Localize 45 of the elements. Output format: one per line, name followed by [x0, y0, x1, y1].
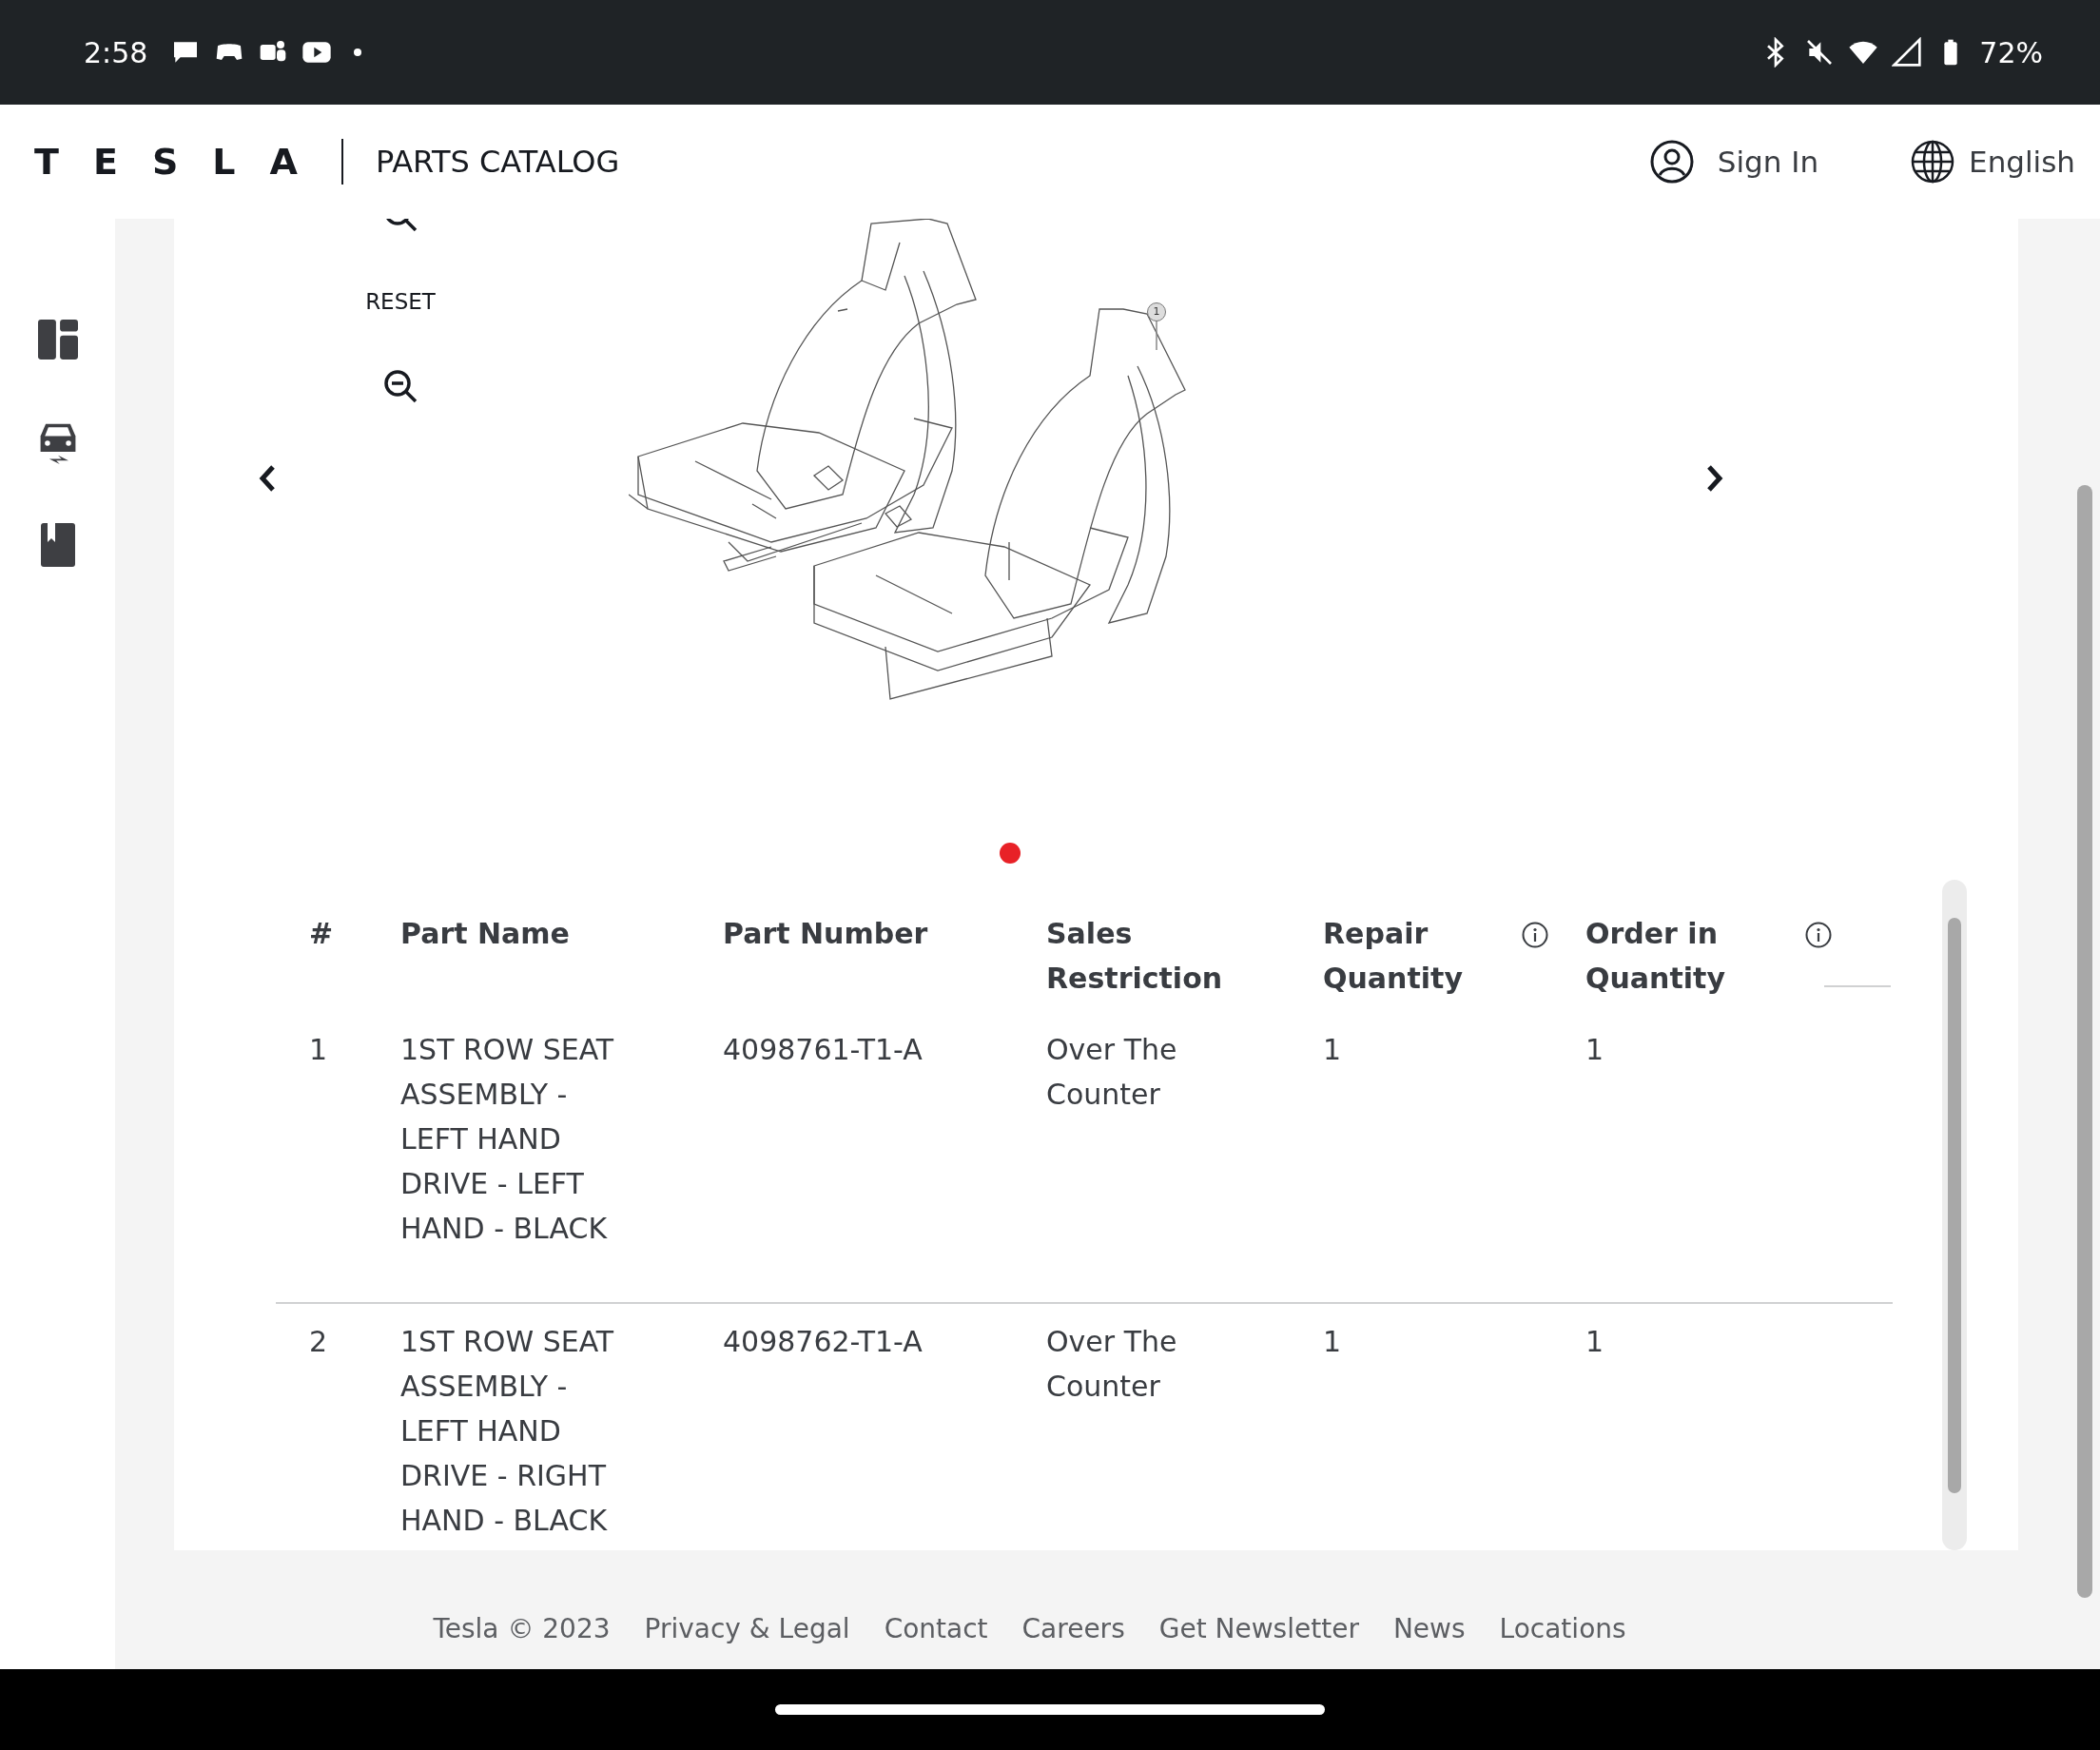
table-cell-text: 4098762-T1-A [723, 1324, 923, 1360]
brand-logo[interactable]: TESLA [34, 141, 332, 183]
reset-button[interactable]: RESET [365, 285, 436, 318]
column-header: Repair Quantity [1323, 916, 1464, 997]
table-cell-text: 4098761-T1-A [723, 1032, 923, 1068]
footer-link[interactable]: Careers [1021, 1613, 1125, 1644]
language-link[interactable]: English [1969, 145, 2075, 179]
page-scrollbar-thumb[interactable] [2077, 485, 2092, 1598]
user-icon[interactable] [1648, 139, 1695, 185]
column-header: # [309, 916, 334, 952]
info-icon[interactable] [1521, 921, 1549, 949]
notification-dot-icon [353, 48, 363, 57]
footer-link[interactable]: Privacy & Legal [644, 1613, 850, 1644]
info-icon[interactable] [1804, 921, 1833, 949]
column-header: Order in Quantity [1585, 916, 1726, 997]
table-cell-text: 1 [309, 1032, 328, 1068]
callout-number[interactable]: 1 [1147, 302, 1166, 321]
signal-icon [1892, 37, 1923, 68]
table-cell-text: 1ST ROW SEAT ASSEMBLY - LEFT HAND DRIVE - RIGHT HAND - BLACK [400, 1324, 615, 1539]
battery-percentage: 72% [1979, 35, 2043, 69]
footer-link[interactable]: Locations [1499, 1613, 1626, 1644]
zoom-out-icon[interactable] [381, 367, 419, 405]
globe-icon[interactable] [1910, 139, 1956, 185]
scrollbar-thumb[interactable] [1948, 918, 1961, 1493]
table-cell-text: Over The Counter [1046, 1324, 1178, 1405]
slide-indicator-dot[interactable] [1000, 843, 1021, 864]
table-cell-text: 2 [309, 1324, 328, 1360]
column-header: Sales Restriction [1046, 916, 1224, 997]
leader-line [1155, 320, 1158, 350]
table-cell-text: 1 [1323, 1032, 1342, 1068]
table-cell-text: Over The Counter [1046, 1032, 1178, 1113]
clock-time: 2:58 [84, 35, 148, 69]
footer-link[interactable]: News [1392, 1613, 1466, 1644]
footer-link[interactable]: Tesla © 2023 [433, 1613, 611, 1644]
table-cell-text: 1 [1585, 1324, 1604, 1360]
table-cell-text: 1 [1323, 1324, 1342, 1360]
column-header: Part Name [400, 916, 570, 952]
page-title: PARTS CATALOG [375, 144, 620, 180]
sign-in-link[interactable]: Sign In [1717, 145, 1819, 179]
footer-link[interactable]: Contact [884, 1613, 988, 1644]
table-cell-text: 1 [1585, 1032, 1604, 1068]
table-cell-text: 1ST ROW SEAT ASSEMBLY - LEFT HAND DRIVE - LEFT HAND - BLACK [400, 1032, 615, 1247]
column-header: Part Number [723, 916, 928, 952]
footer-link[interactable]: Get Newsletter [1158, 1613, 1359, 1644]
dashboard-icon[interactable] [37, 318, 78, 361]
